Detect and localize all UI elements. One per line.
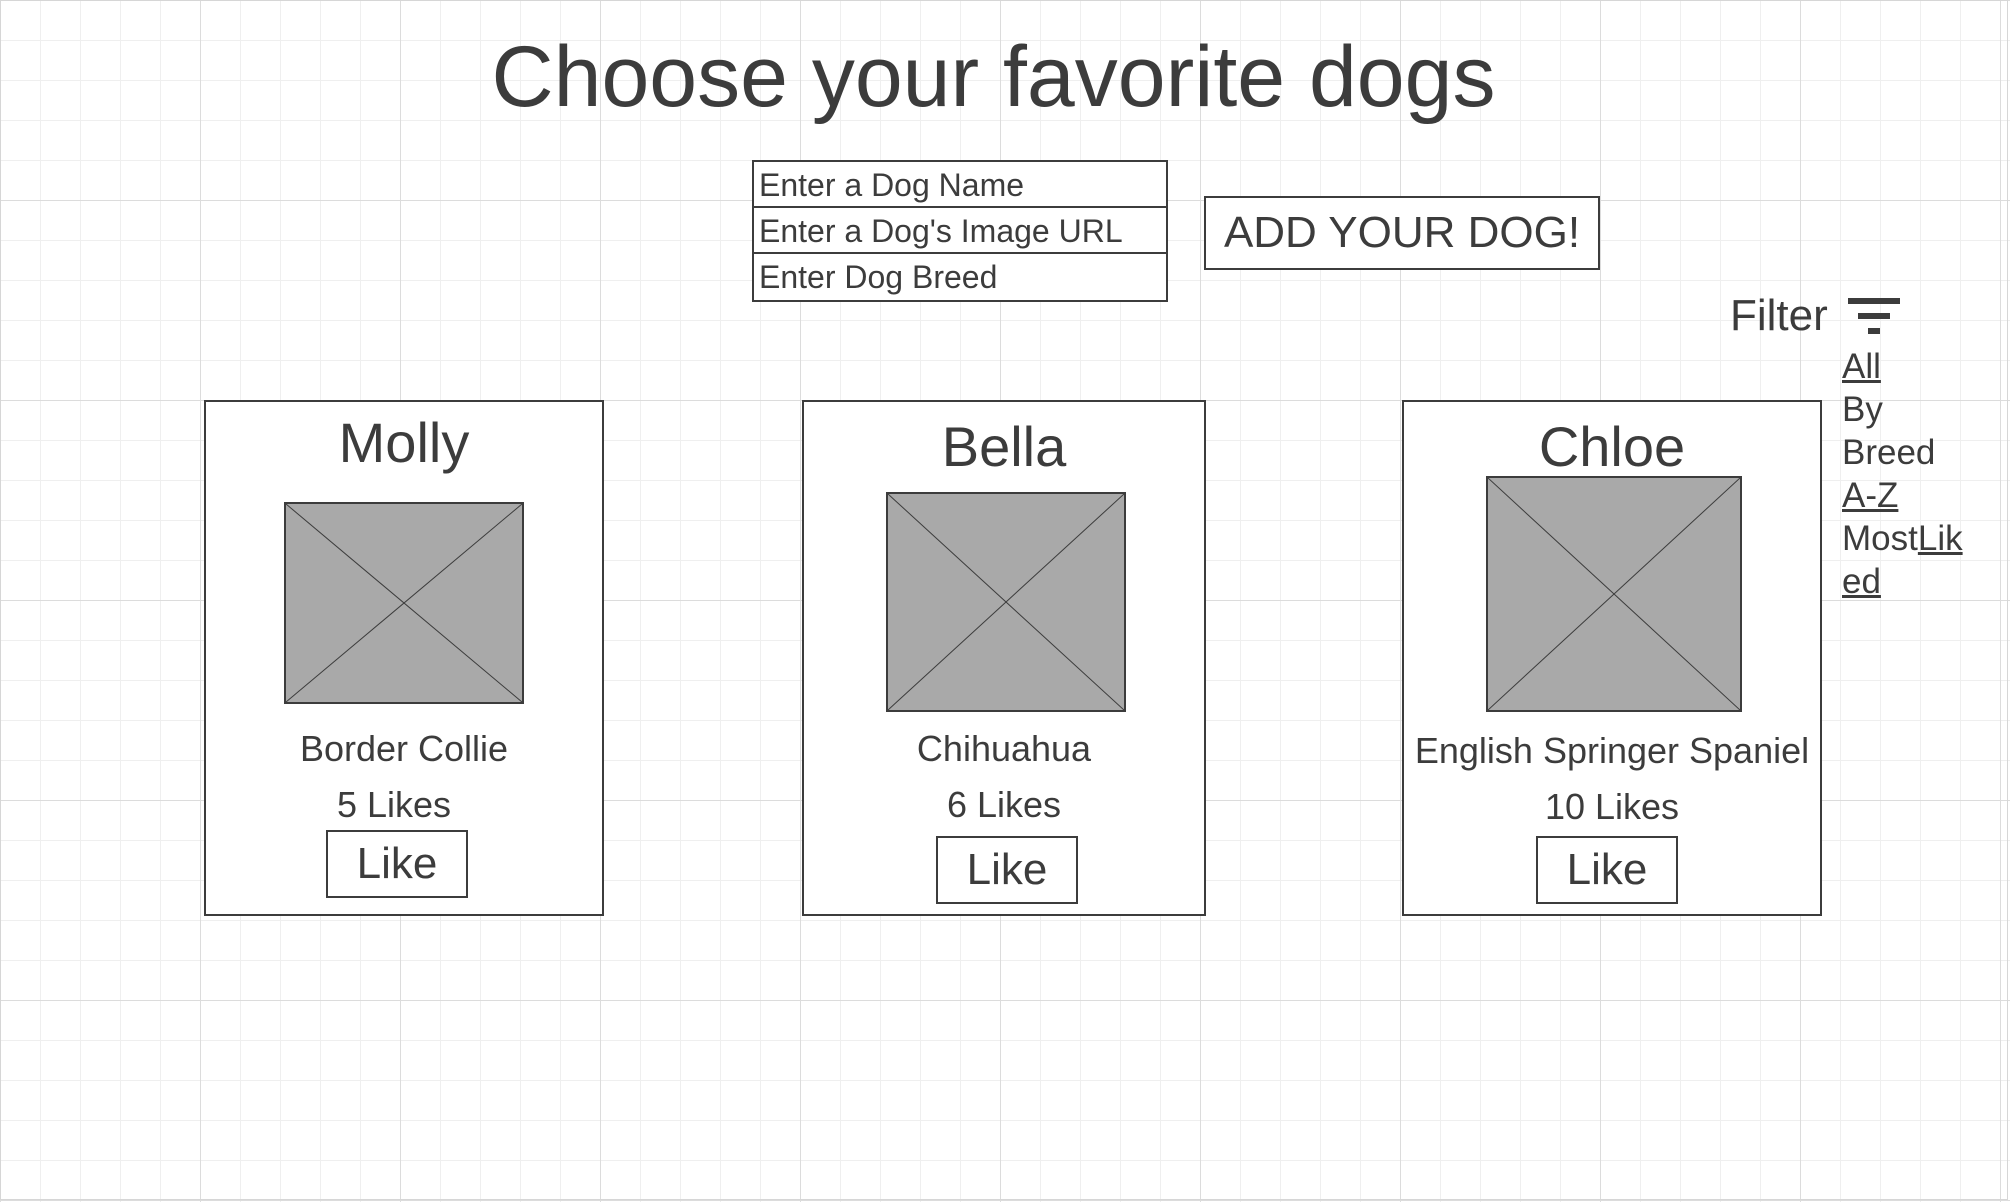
dog-breed: English Springer Spaniel — [1414, 730, 1810, 771]
like-button[interactable]: Like — [1536, 836, 1678, 904]
dog-name-input[interactable]: Enter a Dog Name — [754, 162, 1166, 208]
dog-image-placeholder — [1486, 476, 1742, 712]
dog-card: Chloe English Springer Spaniel 10 Likes … — [1402, 400, 1822, 916]
filter-option-most: Most — [1842, 519, 1918, 558]
image-placeholder-icon — [888, 494, 1124, 710]
filter-option-liked-link-cont[interactable]: ed — [1842, 560, 1992, 603]
filter-option-most-liked: MostLik — [1842, 517, 1992, 560]
filter-control[interactable]: Filter — [1730, 286, 1902, 346]
filter-label: Filter — [1730, 291, 1828, 340]
filter-option-breed: Breed — [1842, 433, 1936, 472]
dog-image-placeholder — [886, 492, 1126, 712]
dog-name: Molly — [338, 411, 470, 474]
dog-name: Bella — [941, 415, 1067, 478]
dog-likes-count: 5 Likes — [336, 784, 452, 825]
dog-image-placeholder — [284, 502, 524, 704]
dog-likes-count: 10 Likes — [1544, 786, 1680, 827]
filter-option-by: By — [1842, 390, 1883, 429]
dog-breed: Border Collie — [299, 728, 509, 769]
like-button[interactable]: Like — [936, 836, 1078, 904]
filter-option-liked-link[interactable]: Lik — [1918, 519, 1963, 558]
dog-name: Chloe — [1538, 415, 1686, 478]
image-placeholder-icon — [286, 504, 522, 702]
like-button[interactable]: Like — [326, 830, 468, 898]
dog-image-url-input[interactable]: Enter a Dog's Image URL — [754, 208, 1166, 254]
filter-option-all[interactable]: All — [1842, 345, 1992, 388]
add-dog-button[interactable]: ADD YOUR DOG! — [1204, 196, 1600, 270]
dog-card: Bella Chihuahua 6 Likes Like — [802, 400, 1206, 916]
dog-breed: Chihuahua — [916, 728, 1092, 769]
filter-options: All By Breed A-Z MostLik ed — [1842, 345, 1992, 603]
filter-option-az[interactable]: A-Z — [1842, 474, 1992, 517]
add-dog-form: Enter a Dog Name Enter a Dog's Image URL… — [752, 160, 1168, 302]
image-placeholder-icon — [1488, 478, 1740, 710]
page-title: Choose your favorite dogs — [491, 29, 1496, 125]
filter-icon[interactable] — [1847, 296, 1902, 336]
dog-card: Molly Border Collie 5 Likes Like — [204, 400, 604, 916]
dog-likes-count: 6 Likes — [946, 784, 1062, 825]
dog-breed-input[interactable]: Enter Dog Breed — [754, 254, 1166, 300]
